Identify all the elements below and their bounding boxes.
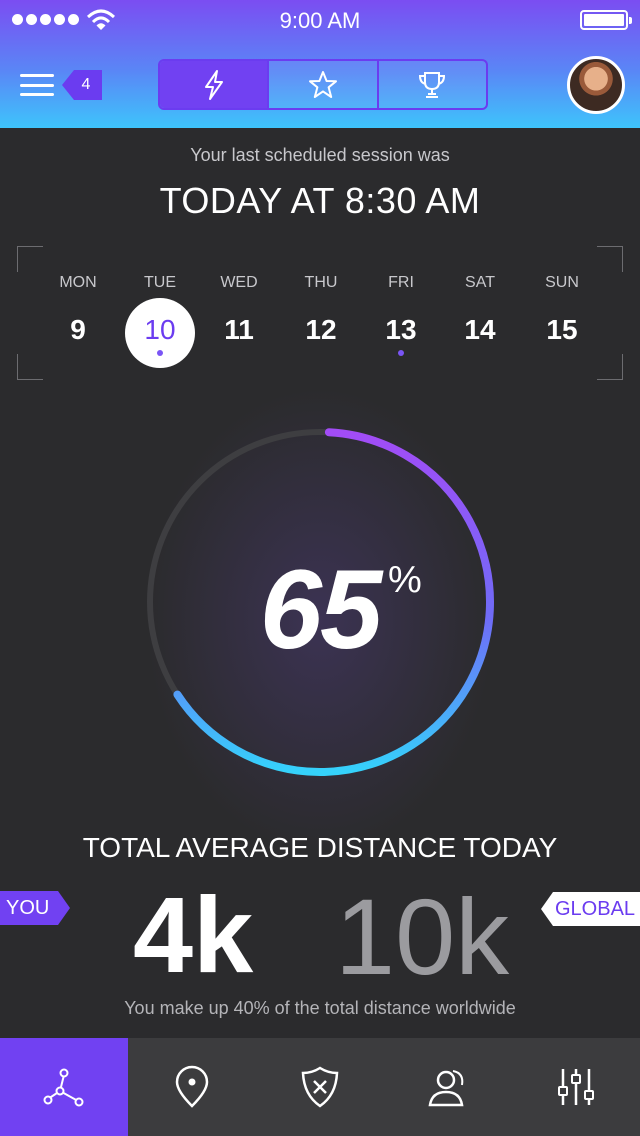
week-calendar: MON 9 TUE 10 WED 11 THU 12 FRI 13 SAT 14…	[17, 246, 623, 380]
session-dot	[157, 350, 163, 356]
day-name: WED	[220, 274, 258, 291]
battery-icon	[580, 10, 632, 30]
progress-unit: %	[388, 559, 422, 601]
avatar[interactable]	[567, 56, 625, 114]
distance-note: You make up 40% of the total distance wo…	[124, 998, 516, 1018]
day-name: MON	[59, 274, 97, 291]
tab-profile[interactable]	[384, 1038, 512, 1136]
day-name: TUE	[144, 274, 176, 291]
user-chat-icon	[428, 1070, 464, 1107]
star-icon	[308, 70, 337, 98]
network-icon	[43, 1068, 84, 1107]
lightning-icon	[204, 69, 223, 100]
session-dot	[398, 350, 404, 356]
distance-title: TOTAL AVERAGE DISTANCE TODAY	[82, 832, 558, 863]
status-time: 9:00 AM	[279, 8, 361, 33]
location-pin-icon	[175, 1065, 209, 1108]
day-number: 15	[546, 314, 578, 345]
tab-shield[interactable]	[256, 1038, 384, 1136]
you-distance-value: 4k	[133, 874, 254, 995]
tab-location[interactable]	[128, 1038, 256, 1136]
tab-bar	[0, 1038, 640, 1136]
trophy-icon	[419, 71, 446, 98]
day-name: FRI	[388, 274, 414, 291]
day-number: 13	[385, 314, 417, 345]
segment-favorites[interactable]	[269, 61, 379, 108]
day-name: THU	[304, 274, 338, 291]
day-number: 9	[70, 314, 86, 345]
session-time: TODAY AT 8:30 AM	[159, 180, 481, 221]
day-number: 10	[144, 314, 176, 345]
mode-segmented-control	[158, 59, 488, 110]
segment-trophies[interactable]	[379, 61, 486, 108]
status-bar: 9:00 AM	[0, 0, 640, 40]
tab-settings[interactable]	[512, 1038, 640, 1136]
shield-icon	[301, 1066, 339, 1108]
you-tag: YOU	[0, 891, 70, 925]
segment-activity[interactable]	[160, 61, 270, 108]
menu-button[interactable]	[20, 74, 54, 96]
tab-network[interactable]	[0, 1038, 128, 1136]
day-number: 12	[305, 314, 337, 345]
global-tag: GLOBAL	[541, 892, 640, 926]
progress-value: 65	[259, 547, 383, 672]
sliders-icon	[558, 1069, 594, 1105]
day-name: SUN	[545, 274, 579, 291]
global-distance-value: 10k	[335, 876, 510, 997]
day-number: 11	[224, 314, 254, 345]
day-number: 14	[464, 314, 496, 345]
progress-readout: 65 %	[0, 545, 640, 674]
session-label: Your last scheduled session was	[190, 145, 450, 165]
day-name: SAT	[465, 274, 495, 291]
